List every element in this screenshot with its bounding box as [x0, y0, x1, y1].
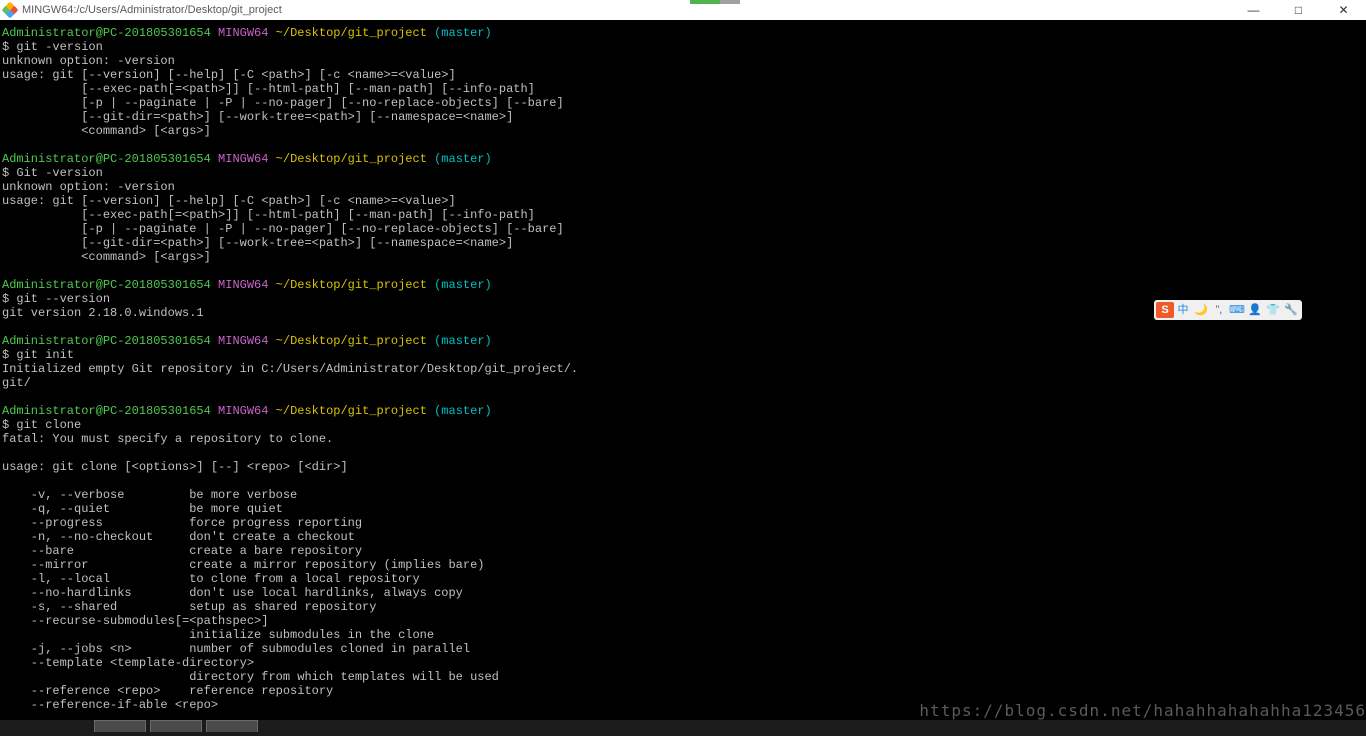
- prompt-path: ~/Desktop/git_project: [276, 26, 427, 40]
- output-line: --no-hardlinks don't use local hardlinks…: [2, 586, 1364, 600]
- ime-button[interactable]: 🌙: [1192, 302, 1210, 318]
- terminal-output[interactable]: Administrator@PC-201805301654 MINGW64 ~/…: [0, 20, 1366, 716]
- prompt-path: ~/Desktop/git_project: [276, 334, 427, 348]
- output-line: -j, --jobs <n> number of submodules clon…: [2, 642, 1364, 656]
- window-title: MINGW64:/c/Users/Administrator/Desktop/g…: [22, 3, 282, 17]
- output-line: [-p | --paginate | -P | --no-pager] [--n…: [2, 96, 1364, 110]
- output-line: --template <template-directory>: [2, 656, 1364, 670]
- window-titlebar: MINGW64:/c/Users/Administrator/Desktop/g…: [0, 0, 1366, 20]
- ime-button[interactable]: 👤: [1246, 302, 1264, 318]
- output-line: --recurse-submodules[=<pathspec>]: [2, 614, 1364, 628]
- close-button[interactable]: ✕: [1321, 0, 1366, 20]
- prompt-sys: MINGW64: [218, 334, 268, 348]
- ime-button[interactable]: 🔧: [1282, 302, 1300, 318]
- output-line: <command> [<args>]: [2, 250, 1364, 264]
- output-line: [2, 320, 1364, 334]
- output-line: [2, 264, 1364, 278]
- output-line: [2, 474, 1364, 488]
- prompt-path: ~/Desktop/git_project: [276, 404, 427, 418]
- ime-toolbar[interactable]: S中🌙”,⌨👤👕🔧: [1154, 300, 1302, 320]
- output-line: --progress force progress reporting: [2, 516, 1364, 530]
- command-line: $ git -version: [2, 40, 1364, 54]
- output-line: -q, --quiet be more quiet: [2, 502, 1364, 516]
- prompt-branch: (master): [434, 404, 492, 418]
- prompt-user: Administrator@PC-201805301654: [2, 152, 211, 166]
- prompt-line: Administrator@PC-201805301654 MINGW64 ~/…: [2, 278, 1364, 292]
- output-line: --bare create a bare repository: [2, 544, 1364, 558]
- prompt-sys: MINGW64: [218, 152, 268, 166]
- watermark-text: https://blog.csdn.net/hahahhahahahha1234…: [919, 704, 1366, 718]
- output-line: [2, 446, 1364, 460]
- app-logo-icon: [2, 2, 19, 19]
- ime-button[interactable]: ”,: [1210, 302, 1228, 318]
- output-line: <command> [<args>]: [2, 124, 1364, 138]
- prompt-branch: (master): [434, 26, 492, 40]
- output-line: [--exec-path[=<path>]] [--html-path] [--…: [2, 82, 1364, 96]
- output-line: [--git-dir=<path>] [--work-tree=<path>] …: [2, 110, 1364, 124]
- output-line: --mirror create a mirror repository (imp…: [2, 558, 1364, 572]
- output-line: unknown option: -version: [2, 54, 1364, 68]
- prompt-path: ~/Desktop/git_project: [276, 278, 427, 292]
- output-line: unknown option: -version: [2, 180, 1364, 194]
- output-line: [--git-dir=<path>] [--work-tree=<path>] …: [2, 236, 1364, 250]
- output-line: -v, --verbose be more verbose: [2, 488, 1364, 502]
- output-line: [2, 390, 1364, 404]
- output-line: [--exec-path[=<path>]] [--html-path] [--…: [2, 208, 1364, 222]
- ime-button[interactable]: ⌨: [1228, 302, 1246, 318]
- prompt-user: Administrator@PC-201805301654: [2, 404, 211, 418]
- prompt-branch: (master): [434, 334, 492, 348]
- sogou-logo-icon[interactable]: S: [1156, 302, 1174, 318]
- taskbar: [0, 720, 1366, 736]
- prompt-line: Administrator@PC-201805301654 MINGW64 ~/…: [2, 152, 1364, 166]
- minimize-button[interactable]: —: [1231, 0, 1276, 20]
- output-line: -s, --shared setup as shared repository: [2, 600, 1364, 614]
- output-line: Initialized empty Git repository in C:/U…: [2, 362, 1364, 376]
- output-line: usage: git clone [<options>] [--] <repo>…: [2, 460, 1364, 474]
- output-line: [2, 138, 1364, 152]
- prompt-user: Administrator@PC-201805301654: [2, 278, 211, 292]
- prompt-branch: (master): [434, 152, 492, 166]
- command-line: $ git init: [2, 348, 1364, 362]
- output-line: fatal: You must specify a repository to …: [2, 432, 1364, 446]
- window-controls: — □ ✕: [1231, 0, 1366, 20]
- ime-button[interactable]: 👕: [1264, 302, 1282, 318]
- prompt-sys: MINGW64: [218, 404, 268, 418]
- ime-button[interactable]: 中: [1174, 302, 1192, 318]
- output-line: initialize submodules in the clone: [2, 628, 1364, 642]
- title-progress-icon: [690, 0, 740, 4]
- prompt-line: Administrator@PC-201805301654 MINGW64 ~/…: [2, 404, 1364, 418]
- output-line: -l, --local to clone from a local reposi…: [2, 572, 1364, 586]
- prompt-line: Administrator@PC-201805301654 MINGW64 ~/…: [2, 334, 1364, 348]
- output-line: -n, --no-checkout don't create a checkou…: [2, 530, 1364, 544]
- output-line: usage: git [--version] [--help] [-C <pat…: [2, 194, 1364, 208]
- prompt-path: ~/Desktop/git_project: [276, 152, 427, 166]
- prompt-branch: (master): [434, 278, 492, 292]
- command-line: $ Git -version: [2, 166, 1364, 180]
- prompt-user: Administrator@PC-201805301654: [2, 334, 211, 348]
- output-line: --reference <repo> reference repository: [2, 684, 1364, 698]
- output-line: usage: git [--version] [--help] [-C <pat…: [2, 68, 1364, 82]
- prompt-sys: MINGW64: [218, 278, 268, 292]
- maximize-button[interactable]: □: [1276, 0, 1321, 20]
- command-line: $ git clone: [2, 418, 1364, 432]
- output-line: directory from which templates will be u…: [2, 670, 1364, 684]
- prompt-sys: MINGW64: [218, 26, 268, 40]
- taskbar-button[interactable]: [94, 720, 146, 732]
- taskbar-button[interactable]: [150, 720, 202, 732]
- taskbar-button[interactable]: [206, 720, 258, 732]
- prompt-line: Administrator@PC-201805301654 MINGW64 ~/…: [2, 26, 1364, 40]
- output-line: git/: [2, 376, 1364, 390]
- prompt-user: Administrator@PC-201805301654: [2, 26, 211, 40]
- output-line: [-p | --paginate | -P | --no-pager] [--n…: [2, 222, 1364, 236]
